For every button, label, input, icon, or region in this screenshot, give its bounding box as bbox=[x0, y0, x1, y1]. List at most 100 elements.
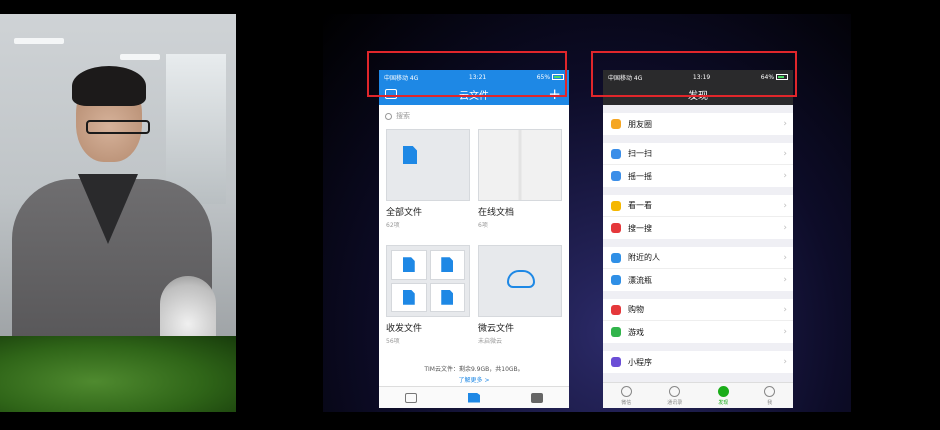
discover-item-label: 购物 bbox=[628, 305, 644, 314]
discover-item[interactable]: 小程序 › bbox=[603, 351, 793, 373]
chevron-right-icon: › bbox=[783, 252, 787, 263]
tile-count: 62项 bbox=[386, 222, 400, 229]
briefcase-icon[interactable] bbox=[531, 392, 544, 403]
look-icon bbox=[611, 200, 621, 211]
discover-item-label: 扫一扫 bbox=[628, 149, 652, 158]
tim-phone-screenshot: 中国移动 4G 13:21 65% 云文件 + 搜索 全部文件 62项 在线文档… bbox=[379, 70, 569, 408]
bottle-icon bbox=[611, 275, 621, 285]
me-icon bbox=[764, 385, 776, 397]
discover-item-label: 摇一摇 bbox=[628, 171, 652, 181]
tab-discover[interactable]: 发现 bbox=[717, 385, 729, 406]
discover-item-label: 附近的人 bbox=[628, 253, 660, 262]
chevron-right-icon: › bbox=[783, 223, 787, 233]
tile-title: 全部文件 bbox=[386, 208, 423, 218]
discover-group: 购物 › 游戏 › bbox=[603, 299, 793, 343]
search-icon bbox=[385, 112, 392, 120]
file-tile-all[interactable]: 全部文件 62项 bbox=[386, 129, 470, 239]
chevron-right-icon: › bbox=[783, 327, 787, 337]
chevron-right-icon: › bbox=[783, 304, 787, 315]
search-placeholder: 搜索 bbox=[396, 112, 410, 120]
video-frame: 中国移动 4G 13:21 65% 云文件 + 搜索 全部文件 62项 在线文档… bbox=[0, 0, 940, 430]
discover-group: 扫一扫 › 摇一摇 › bbox=[603, 143, 793, 187]
highlight-box-left bbox=[367, 51, 567, 97]
file-tile-received[interactable]: 收发文件 56项 bbox=[386, 245, 470, 355]
discover-item[interactable]: 扫一扫 › bbox=[603, 143, 793, 165]
games-icon bbox=[611, 327, 621, 337]
nearby-icon bbox=[611, 252, 621, 263]
foreground-plant bbox=[0, 336, 236, 412]
presenter-hair bbox=[72, 66, 146, 106]
chat-icon bbox=[620, 385, 632, 397]
storage-text: TIM云文件：剩余9.9GB，共10GB。 bbox=[424, 366, 524, 373]
cloud-file-icon[interactable] bbox=[467, 392, 480, 403]
discover-group: 朋友圈 › bbox=[603, 113, 793, 135]
scan-icon bbox=[611, 148, 621, 159]
tab-bar bbox=[379, 386, 569, 408]
docs-icon bbox=[478, 129, 562, 201]
background-window bbox=[166, 54, 226, 204]
file-category-grid: 全部文件 62项 在线文档 6项 收发文件 56项 微云文件 未启微云 bbox=[379, 127, 569, 357]
chevron-right-icon: › bbox=[783, 200, 787, 211]
mini-program-icon bbox=[611, 357, 621, 367]
search-input[interactable]: 搜索 bbox=[385, 109, 563, 123]
chevron-right-icon: › bbox=[783, 148, 787, 159]
discover-item[interactable]: 搜一搜 › bbox=[603, 217, 793, 239]
discover-item[interactable]: 漂流瓶 › bbox=[603, 269, 793, 291]
search-icon bbox=[611, 223, 621, 233]
presentation-slide: 中国移动 4G 13:21 65% 云文件 + 搜索 全部文件 62项 在线文档… bbox=[323, 14, 851, 412]
wechat-phone-screenshot: 中国移动 4G 13:19 64% 发现 朋友圈 › 扫一扫 › 摇一摇 › 看一看 › 搜一搜… bbox=[603, 70, 793, 408]
contacts-icon bbox=[669, 385, 681, 397]
discover-item[interactable]: 附近的人 › bbox=[603, 247, 793, 269]
chevron-right-icon: › bbox=[783, 357, 787, 367]
discover-item-label: 朋友圈 bbox=[628, 119, 652, 129]
tab-me[interactable]: 我 bbox=[764, 385, 776, 406]
discover-group: 小程序 › bbox=[603, 351, 793, 373]
tab-label: 发现 bbox=[718, 399, 729, 406]
discover-item[interactable]: 看一看 › bbox=[603, 195, 793, 217]
discover-item[interactable]: 游戏 › bbox=[603, 321, 793, 343]
discover-item-label: 游戏 bbox=[628, 327, 644, 337]
tab-bar: 微信 通讯录 发现 我 bbox=[603, 382, 793, 408]
tab-contacts[interactable]: 通讯录 bbox=[667, 385, 683, 406]
discover-item-label: 小程序 bbox=[628, 357, 652, 367]
discover-item-label: 看一看 bbox=[628, 201, 652, 210]
discover-item-label: 搜一搜 bbox=[628, 223, 652, 233]
discover-item[interactable]: 摇一摇 › bbox=[603, 165, 793, 187]
tab-label: 我 bbox=[767, 399, 773, 406]
discover-group: 看一看 › 搜一搜 › bbox=[603, 195, 793, 239]
chevron-right-icon: › bbox=[783, 275, 787, 285]
discover-icon bbox=[717, 385, 729, 397]
tab-label: 通讯录 bbox=[667, 399, 683, 406]
tile-count: 未启微云 bbox=[478, 338, 503, 345]
tile-count: 6项 bbox=[478, 222, 488, 229]
tile-count: 56项 bbox=[386, 338, 400, 345]
cloud-icon bbox=[478, 245, 562, 317]
message-icon[interactable] bbox=[404, 392, 417, 403]
tile-title: 在线文档 bbox=[478, 208, 515, 218]
shopping-icon bbox=[611, 304, 621, 315]
learn-more-link[interactable]: 了解更多 > bbox=[379, 375, 569, 384]
file-tile-weiyun[interactable]: 微云文件 未启微云 bbox=[478, 245, 562, 355]
presenter-vneck bbox=[78, 174, 138, 244]
chevron-right-icon: › bbox=[783, 171, 787, 181]
shake-icon bbox=[611, 171, 621, 181]
tile-title: 收发文件 bbox=[386, 324, 423, 334]
storage-info: TIM云文件：剩余9.9GB，共10GB。 了解更多 > bbox=[379, 364, 569, 384]
tab-label: 微信 bbox=[621, 399, 632, 406]
file-tile-online-docs[interactable]: 在线文档 6项 bbox=[478, 129, 562, 239]
ceiling-light bbox=[120, 54, 160, 60]
camera-feed bbox=[0, 14, 236, 412]
discover-item-label: 漂流瓶 bbox=[628, 275, 652, 285]
discover-item[interactable]: 朋友圈 › bbox=[603, 113, 793, 135]
tile-title: 微云文件 bbox=[478, 324, 515, 334]
ceiling-light bbox=[14, 38, 64, 44]
highlight-box-right bbox=[591, 51, 797, 97]
discover-group: 附近的人 › 漂流瓶 › bbox=[603, 247, 793, 291]
discover-item[interactable]: 购物 › bbox=[603, 299, 793, 321]
tab-chat[interactable]: 微信 bbox=[620, 385, 632, 406]
chevron-right-icon: › bbox=[783, 119, 787, 129]
document-grid-icon bbox=[386, 245, 470, 317]
moments-icon bbox=[611, 119, 621, 129]
presenter-glasses bbox=[86, 120, 150, 134]
discover-list: 朋友圈 › 扫一扫 › 摇一摇 › 看一看 › 搜一搜 › 附近的人 › 漂流瓶 › 购物 › 游戏 › 小程序 › bbox=[603, 113, 793, 373]
